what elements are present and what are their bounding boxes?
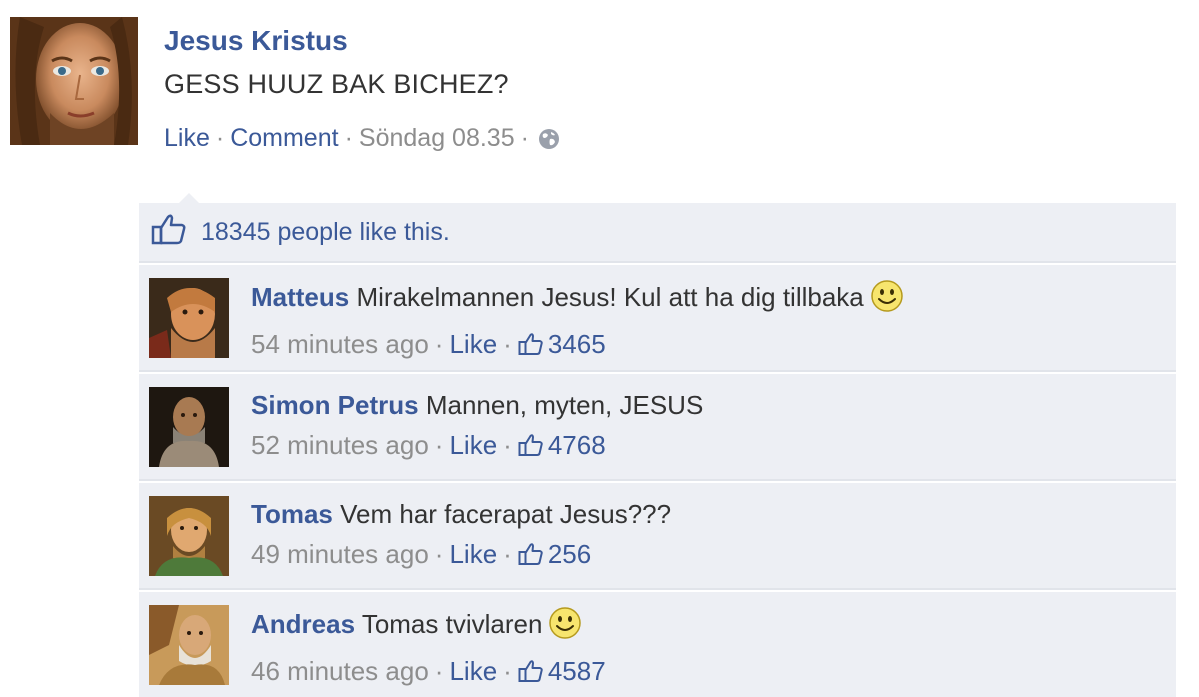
comment-timestamp[interactable]: 49 minutes ago xyxy=(251,539,429,569)
globe-icon[interactable] xyxy=(537,126,561,160)
likes-summary[interactable]: 18345 people like this. xyxy=(139,203,1176,263)
comment-item: Matteus Mirakelmannen Jesus! Kul att ha … xyxy=(139,263,1176,372)
comment-meta: 52 minutes ago · Like · 4768 xyxy=(251,428,1156,465)
post-author-avatar[interactable] xyxy=(10,17,138,145)
comment-like-link[interactable]: Like xyxy=(449,329,497,359)
post-author-name[interactable]: Jesus Kristus xyxy=(164,23,561,59)
separator-dot: · xyxy=(503,430,512,460)
comment-content: Matteus Mirakelmannen Jesus! Kul att ha … xyxy=(251,279,1156,321)
post-actions: Like · Comment · Söndag 08.35 · xyxy=(164,121,561,160)
comment-body: Simon Petrus Mannen, myten, JESUS 52 min… xyxy=(251,388,1156,465)
comment-body: Andreas Tomas tvivlaren 46 minutes ago · L… xyxy=(251,606,1156,691)
comment-item: Simon Petrus Mannen, myten, JESUS 52 min… xyxy=(139,372,1176,481)
post-like-link[interactable]: Like xyxy=(164,124,210,152)
separator-dot: · xyxy=(344,124,353,152)
thumbs-up-icon xyxy=(518,431,544,465)
thumbs-up-icon xyxy=(518,330,544,364)
post-message: GESS HUUZ BAK BICHEZ? xyxy=(164,69,509,99)
comments-pointer xyxy=(179,193,199,203)
comment-text: Mannen, myten, JESUS xyxy=(425,390,704,420)
separator-dot: · xyxy=(434,329,444,359)
comment-meta: 46 minutes ago · Like · 4587 xyxy=(251,654,1156,691)
comment-timestamp[interactable]: 54 minutes ago xyxy=(251,329,429,359)
separator-dot: · xyxy=(503,539,512,569)
comment-like-count[interactable]: 3465 xyxy=(548,329,606,359)
comment-author[interactable]: Andreas xyxy=(251,609,355,639)
separator-dot: · xyxy=(215,124,225,152)
separator-dot: · xyxy=(434,430,444,460)
comment-author[interactable]: Simon Petrus xyxy=(251,390,419,420)
comment-timestamp[interactable]: 52 minutes ago xyxy=(251,430,429,460)
comment-meta: 54 minutes ago · Like · 3465 xyxy=(251,327,1156,364)
comment-content: Tomas Vem har facerapat Jesus??? xyxy=(251,497,1156,531)
commenter-avatar[interactable] xyxy=(149,387,229,467)
separator-dot: · xyxy=(434,656,444,686)
post-comment-link[interactable]: Comment xyxy=(230,124,338,152)
comment-body: Matteus Mirakelmannen Jesus! Kul att ha … xyxy=(251,279,1156,364)
likes-count-text[interactable]: 18345 people like this. xyxy=(201,218,450,247)
comment-like-link[interactable]: Like xyxy=(449,430,497,460)
commenter-avatar[interactable] xyxy=(149,605,229,685)
comment-content: Andreas Tomas tvivlaren xyxy=(251,606,1156,648)
comment-item: Tomas Vem har facerapat Jesus??? 49 minu… xyxy=(139,481,1176,590)
thumbs-up-icon xyxy=(518,540,544,574)
thumbs-up-icon xyxy=(151,213,187,252)
separator-dot: · xyxy=(520,124,529,152)
comment-like-count[interactable]: 4768 xyxy=(548,430,606,460)
separator-dot: · xyxy=(434,539,444,569)
separator-dot: · xyxy=(503,656,512,686)
comment-like-link[interactable]: Like xyxy=(449,539,497,569)
comment-text: Mirakelmannen Jesus! Kul att ha dig till… xyxy=(356,282,864,312)
comment-item: Andreas Tomas tvivlaren 46 minutes ago · L… xyxy=(139,590,1176,697)
comment-body: Tomas Vem har facerapat Jesus??? 49 minu… xyxy=(251,497,1156,574)
smiley-icon xyxy=(548,606,582,648)
comment-content: Simon Petrus Mannen, myten, JESUS xyxy=(251,388,1156,422)
comment-author[interactable]: Tomas xyxy=(251,499,333,529)
thumbs-up-icon xyxy=(518,657,544,691)
comment-like-count[interactable]: 4587 xyxy=(548,656,606,686)
post-body: Jesus Kristus GESS HUUZ BAK BICHEZ? Like… xyxy=(164,23,561,160)
comment-like-link[interactable]: Like xyxy=(449,656,497,686)
separator-dot: · xyxy=(503,329,512,359)
smiley-icon xyxy=(870,279,904,321)
commenter-avatar[interactable] xyxy=(149,496,229,576)
post-timestamp[interactable]: Söndag 08.35 xyxy=(359,124,515,152)
comment-author[interactable]: Matteus xyxy=(251,282,349,312)
comment-meta: 49 minutes ago · Like · 256 xyxy=(251,537,1156,574)
comment-text: Vem har facerapat Jesus??? xyxy=(340,499,672,529)
commenter-avatar[interactable] xyxy=(149,278,229,358)
comments-section: 18345 people like this. Matteus Mirakelm… xyxy=(139,193,1176,697)
comment-timestamp[interactable]: 46 minutes ago xyxy=(251,656,429,686)
comment-text: Tomas tvivlaren xyxy=(361,609,543,639)
comment-like-count[interactable]: 256 xyxy=(548,539,591,569)
